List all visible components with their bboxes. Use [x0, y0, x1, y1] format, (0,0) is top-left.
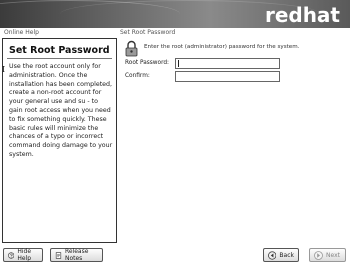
lock-icon: [125, 40, 138, 57]
help-section-header: Online Help: [4, 29, 39, 36]
header-banner: redhat: [0, 0, 350, 28]
root-password-field[interactable]: [175, 58, 280, 69]
back-arrow-icon: [268, 250, 277, 260]
release-notes-button[interactable]: Release Notes: [50, 248, 103, 262]
help-icon: [8, 251, 15, 259]
hide-help-label: Hide Help: [17, 248, 32, 262]
back-button[interactable]: Back: [263, 248, 299, 262]
notes-icon: [55, 251, 62, 259]
page-title: Set Root Password: [120, 29, 176, 36]
redhat-logo: redhat: [264, 3, 340, 27]
confirm-label: Confirm:: [125, 73, 150, 79]
hide-help-button[interactable]: Hide Help: [3, 248, 43, 262]
help-title: Set Root Password: [9, 45, 110, 56]
password-prompt: Enter the root (administrator) password …: [144, 44, 300, 50]
help-panel[interactable]: Set Root Password Use the root account o…: [2, 38, 117, 243]
next-label: Next: [326, 251, 340, 259]
confirm-password-field[interactable]: [175, 71, 280, 82]
next-arrow-icon: [314, 250, 323, 260]
next-button[interactable]: Next: [309, 248, 346, 262]
input-caret: [178, 60, 179, 67]
help-divider: [7, 58, 112, 59]
help-text: Use the root account only for administra…: [9, 63, 113, 158]
root-password-label: Root Password:: [125, 60, 170, 66]
release-notes-label: Release Notes: [64, 248, 89, 262]
back-label: Back: [279, 251, 294, 259]
text-cursor-icon: I: [2, 65, 6, 74]
